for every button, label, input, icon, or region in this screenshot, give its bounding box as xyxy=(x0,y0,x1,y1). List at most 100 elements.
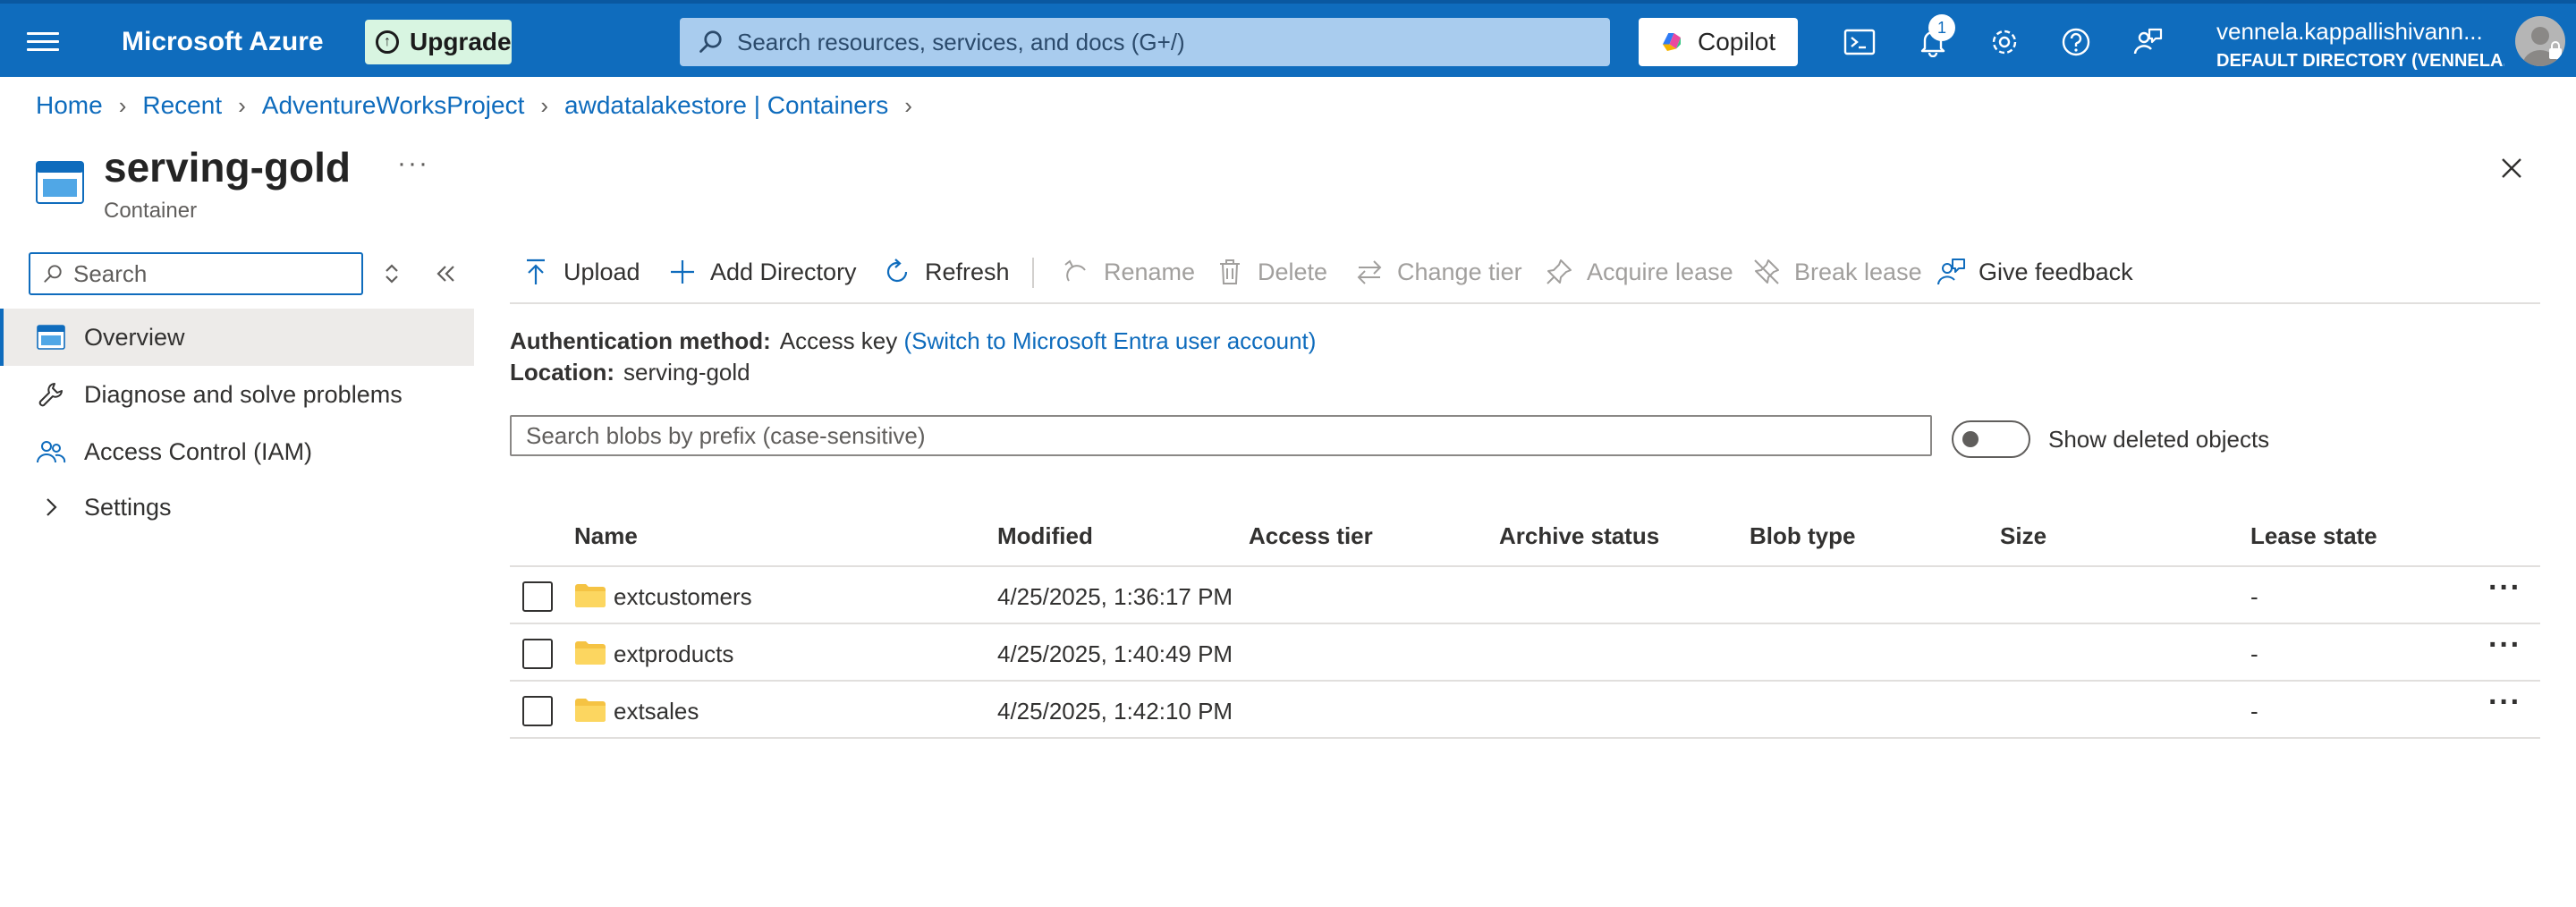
refresh-button[interactable]: Refresh xyxy=(882,247,1010,297)
row-lease-state: - xyxy=(2250,698,2258,725)
nav-item-settings[interactable]: Settings xyxy=(0,479,474,536)
table-row[interactable]: extproducts 4/25/2025, 1:40:49 PM - ··· xyxy=(510,624,2540,682)
gear-icon[interactable] xyxy=(1986,23,2023,61)
row-name[interactable]: extproducts xyxy=(614,640,733,668)
nav-item-diagnose[interactable]: Diagnose and solve problems xyxy=(0,366,474,423)
column-header-name[interactable]: Name xyxy=(574,522,638,550)
add-directory-button[interactable]: Add Directory xyxy=(667,247,857,297)
break-lease-label: Break lease xyxy=(1794,258,1922,285)
account-menu[interactable]: vennela.kappallishivann... DEFAULT DIREC… xyxy=(2216,18,2504,72)
blob-prefix-search-input[interactable] xyxy=(510,415,1932,456)
container-icon xyxy=(36,322,66,352)
nav-search[interactable] xyxy=(29,252,363,295)
avatar[interactable] xyxy=(2515,16,2565,66)
more-actions-icon[interactable]: ··· xyxy=(397,148,429,179)
acquire-lease-label: Acquire lease xyxy=(1587,258,1733,285)
add-directory-label: Add Directory xyxy=(710,258,857,285)
unpin-icon xyxy=(1751,257,1782,287)
top-bar: Microsoft Azure ↑ Upgrade Copilot 1 xyxy=(0,0,2576,77)
column-header-lease-state[interactable]: Lease state xyxy=(2250,522,2377,550)
upload-button[interactable]: Upload xyxy=(521,247,640,297)
row-more-actions-icon[interactable]: ··· xyxy=(2488,628,2521,663)
trash-icon xyxy=(1215,257,1245,287)
people-icon xyxy=(36,437,66,467)
column-header-blob-type[interactable]: Blob type xyxy=(1750,522,1855,550)
location-value: serving-gold xyxy=(623,359,750,386)
location-line: Location: serving-gold xyxy=(510,359,750,386)
nav-search-input[interactable] xyxy=(73,259,360,288)
copilot-button[interactable]: Copilot xyxy=(1639,18,1798,66)
column-header-access-tier[interactable]: Access tier xyxy=(1249,522,1373,550)
brand-title[interactable]: Microsoft Azure xyxy=(122,27,324,57)
nav-item-label: Settings xyxy=(84,493,172,521)
row-more-actions-icon[interactable]: ··· xyxy=(2488,685,2521,720)
page-title: serving-gold xyxy=(104,144,352,191)
show-deleted-label: Show deleted objects xyxy=(2048,426,2270,453)
hamburger-menu-icon[interactable] xyxy=(27,27,59,54)
upgrade-button[interactable]: ↑ Upgrade xyxy=(365,20,512,64)
nav-item-label: Overview xyxy=(84,323,185,351)
folder-icon xyxy=(575,641,606,665)
help-icon[interactable] xyxy=(2057,23,2095,61)
nav-item-label: Diagnose and solve problems xyxy=(84,380,402,408)
delete-button[interactable]: Delete xyxy=(1215,247,1327,297)
search-icon xyxy=(44,265,62,283)
breadcrumb-project[interactable]: AdventureWorksProject xyxy=(262,91,525,120)
breadcrumb: Home › Recent › AdventureWorksProject › … xyxy=(36,91,928,120)
row-name[interactable]: extcustomers xyxy=(614,583,752,611)
row-checkbox[interactable] xyxy=(522,581,553,612)
cloud-shell-icon[interactable] xyxy=(1841,23,1878,61)
notification-count-badge: 1 xyxy=(1928,14,1955,41)
global-search-input[interactable] xyxy=(737,28,1578,56)
rename-label: Rename xyxy=(1104,258,1196,285)
upload-icon xyxy=(521,257,551,287)
column-header-modified[interactable]: Modified xyxy=(997,522,1093,550)
change-tier-label: Change tier xyxy=(1397,258,1522,285)
switch-auth-link[interactable]: (Switch to Microsoft Entra user account) xyxy=(904,327,1317,354)
container-icon xyxy=(36,161,84,204)
table-row[interactable]: extsales 4/25/2025, 1:42:10 PM - ··· xyxy=(510,682,2540,739)
nav-item-label: Access Control (IAM) xyxy=(84,437,313,465)
give-feedback-button[interactable]: Give feedback xyxy=(1936,247,2133,297)
collapse-double-chevron-icon[interactable] xyxy=(431,259,460,288)
row-checkbox[interactable] xyxy=(522,696,553,726)
plus-icon xyxy=(667,257,698,287)
feedback-person-icon xyxy=(1936,257,1966,287)
pin-icon xyxy=(1544,257,1574,287)
chevron-right-icon: › xyxy=(904,91,912,119)
table-row[interactable]: extcustomers 4/25/2025, 1:36:17 PM - ··· xyxy=(510,567,2540,624)
breadcrumb-home[interactable]: Home xyxy=(36,91,103,120)
break-lease-button[interactable]: Break lease xyxy=(1751,247,1922,297)
close-icon[interactable] xyxy=(2496,152,2528,184)
toggle-knob xyxy=(1962,431,1979,447)
breadcrumb-storage-containers[interactable]: awdatalakestore | Containers xyxy=(564,91,888,120)
folder-icon xyxy=(575,699,606,723)
sort-icon[interactable] xyxy=(379,259,404,288)
feedback-person-icon[interactable] xyxy=(2129,23,2166,61)
page-subtitle: Container xyxy=(104,199,198,223)
nav-item-access-control[interactable]: Access Control (IAM) xyxy=(0,423,474,480)
chevron-right-icon xyxy=(36,492,66,522)
account-user-name: vennela.kappallishivann... xyxy=(2216,18,2483,45)
row-modified: 4/25/2025, 1:36:17 PM xyxy=(997,583,1233,610)
column-header-size[interactable]: Size xyxy=(2000,522,2046,550)
acquire-lease-button[interactable]: Acquire lease xyxy=(1544,247,1733,297)
row-lease-state: - xyxy=(2250,583,2258,610)
global-search[interactable] xyxy=(680,18,1610,66)
chevron-right-icon: › xyxy=(238,91,246,119)
row-checkbox[interactable] xyxy=(522,639,553,669)
breadcrumb-recent[interactable]: Recent xyxy=(142,91,222,120)
row-name[interactable]: extsales xyxy=(614,698,699,725)
swap-arrows-icon xyxy=(1354,257,1385,287)
rename-button[interactable]: Rename xyxy=(1061,247,1195,297)
change-tier-button[interactable]: Change tier xyxy=(1354,247,1522,297)
nav-item-overview[interactable]: Overview xyxy=(0,309,474,366)
give-feedback-label: Give feedback xyxy=(1979,258,2133,285)
column-header-archive-status[interactable]: Archive status xyxy=(1499,522,1659,550)
table-header: Name Modified Access tier Archive status… xyxy=(510,510,2540,567)
show-deleted-toggle[interactable] xyxy=(1952,420,2030,458)
row-more-actions-icon[interactable]: ··· xyxy=(2488,571,2521,606)
location-label: Location: xyxy=(510,359,614,386)
row-modified: 4/25/2025, 1:40:49 PM xyxy=(997,640,1233,667)
delete-label: Delete xyxy=(1258,258,1328,285)
